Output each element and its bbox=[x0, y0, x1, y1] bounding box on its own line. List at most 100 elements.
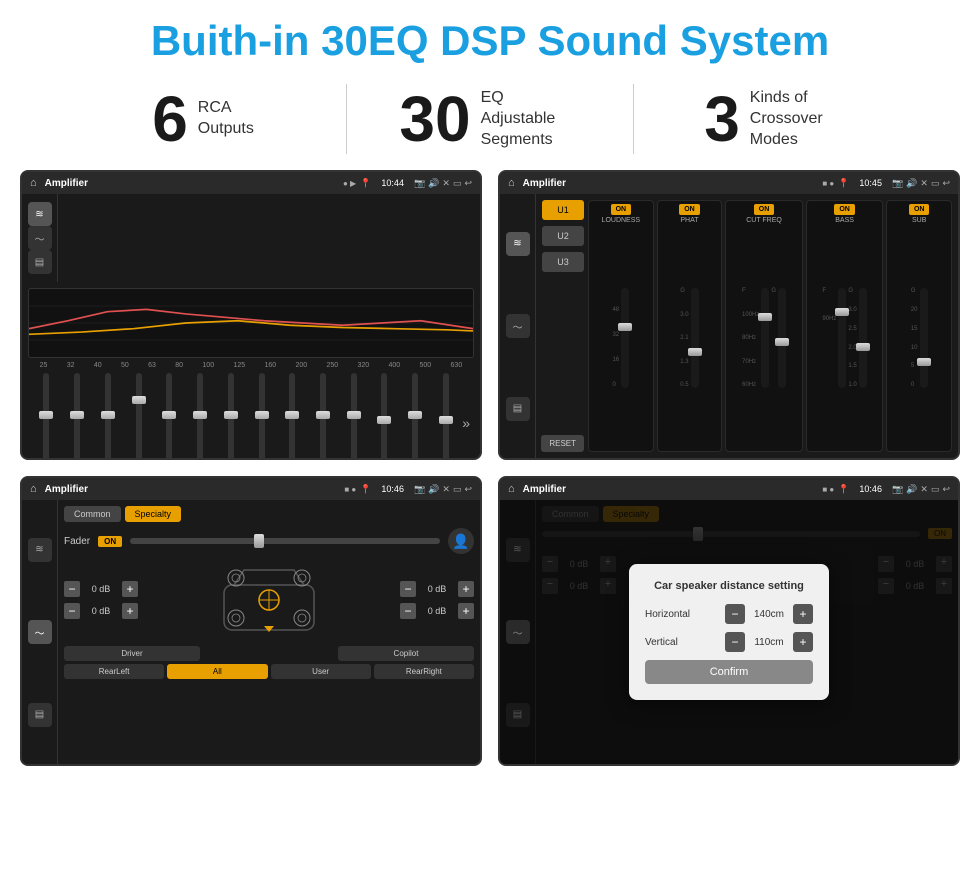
amp2-screen: ⌂ Amplifier ■ ● 📍 10:45 📷 🔊 ✕ ▭ ↩ ≋ 〜 ▤ bbox=[498, 170, 960, 460]
dialog-vertical-stepper: − 110cm + bbox=[725, 632, 813, 652]
bass-track-f[interactable] bbox=[838, 288, 846, 388]
more-icon[interactable]: » bbox=[462, 415, 470, 431]
fader-window-icon: ▭ bbox=[453, 484, 462, 495]
fader-status-icons: 📷 🔊 ✕ ▭ ↩ bbox=[414, 484, 472, 495]
eq-slider-3[interactable]: 5 bbox=[124, 373, 153, 460]
cutfreq-thumb-g bbox=[775, 338, 789, 346]
cutfreq-track-g[interactable] bbox=[778, 288, 786, 388]
volume-icon: 🔊 bbox=[428, 178, 439, 189]
amp2-status-bar: ⌂ Amplifier ■ ● 📍 10:45 📷 🔊 ✕ ▭ ↩ bbox=[500, 172, 958, 194]
vertical-value: 110cm bbox=[749, 637, 789, 648]
eq-slider-1[interactable]: 0 bbox=[63, 373, 92, 460]
eq-slider-13[interactable]: -1 bbox=[432, 373, 461, 460]
vol3-plus-btn[interactable]: + bbox=[458, 603, 474, 619]
sidebar-vol-icon[interactable]: ▤ bbox=[28, 250, 52, 274]
sidebar-wave-icon[interactable]: 〜 bbox=[28, 226, 52, 250]
fader-rearright-btn[interactable]: RearRight bbox=[374, 664, 474, 679]
amp2-sidebar-wave-icon[interactable]: 〜 bbox=[506, 314, 530, 338]
dialog-record-icons: ■ ● bbox=[822, 485, 834, 494]
loudness-on-btn[interactable]: ON bbox=[611, 204, 632, 215]
sidebar-eq-icon[interactable]: ≋ bbox=[28, 202, 52, 226]
eq-slider-11[interactable]: -1 bbox=[370, 373, 399, 460]
eq-slider-10[interactable]: 0 bbox=[339, 373, 368, 460]
loudness-track[interactable] bbox=[621, 288, 629, 388]
bass-on-btn[interactable]: ON bbox=[834, 204, 855, 215]
eq-slider-7[interactable]: 0 bbox=[247, 373, 276, 460]
confirm-button[interactable]: Confirm bbox=[645, 660, 813, 684]
amp2-u2-btn[interactable]: U2 bbox=[542, 226, 584, 246]
eq-freq-labels: 25 32 40 50 63 80 100 125 160 200 250 32… bbox=[28, 362, 474, 369]
dialog-content-area: ≋ 〜 ▤ Common Specialty ON bbox=[500, 500, 958, 764]
sub-on-btn[interactable]: ON bbox=[909, 204, 930, 215]
stat-crossover: 3 Kinds ofCrossover Modes bbox=[634, 87, 920, 151]
amp2-u1-btn[interactable]: U1 bbox=[542, 200, 584, 220]
fader-user-btn[interactable]: User bbox=[271, 664, 371, 679]
fader-tab-common[interactable]: Common bbox=[64, 506, 121, 522]
fader-header-row: Fader ON 👤 bbox=[64, 528, 474, 554]
amp2-back-icon[interactable]: ↩ bbox=[942, 178, 950, 189]
amp2-sidebar-vol-icon[interactable]: ▤ bbox=[506, 397, 530, 421]
fader-sidebar-eq-icon[interactable]: ≋ bbox=[28, 538, 52, 562]
horizontal-minus-btn[interactable]: − bbox=[725, 604, 745, 624]
dialog-home-icon[interactable]: ⌂ bbox=[508, 483, 515, 495]
fader-avatar-icon[interactable]: 👤 bbox=[448, 528, 474, 554]
fader-x-icon: ✕ bbox=[442, 484, 450, 495]
sub-track[interactable] bbox=[920, 288, 928, 388]
eq-slider-5[interactable]: 0 bbox=[186, 373, 215, 460]
fader-home-icon[interactable]: ⌂ bbox=[30, 483, 37, 495]
eq-slider-2[interactable]: 0 bbox=[93, 373, 122, 460]
vol1-plus-btn[interactable]: + bbox=[122, 603, 138, 619]
dialog-back-icon[interactable]: ↩ bbox=[942, 484, 950, 495]
eq-slider-6[interactable]: 0 bbox=[216, 373, 245, 460]
horizontal-plus-btn[interactable]: + bbox=[793, 604, 813, 624]
fader-label: Fader bbox=[64, 536, 90, 547]
stat-rca-number: 6 bbox=[152, 87, 188, 151]
bass-label: BASS bbox=[835, 217, 854, 224]
vol0-minus-btn[interactable]: − bbox=[64, 581, 80, 597]
dialog-horizontal-label: Horizontal bbox=[645, 609, 705, 620]
cutfreq-track-f[interactable] bbox=[761, 288, 769, 388]
vol0-plus-btn[interactable]: + bbox=[122, 581, 138, 597]
fader-sidebar-wave-icon[interactable]: 〜 bbox=[28, 620, 52, 644]
cutfreq-on-btn[interactable]: ON bbox=[754, 204, 775, 215]
amp2-sidebar-eq-icon[interactable]: ≋ bbox=[506, 232, 530, 256]
fader-copilot-btn[interactable]: Copilot bbox=[338, 646, 474, 661]
phat-track[interactable] bbox=[691, 288, 699, 388]
eq-play-icons: ● ▶ bbox=[343, 179, 356, 188]
fader-bottom-row: Driver Copilot bbox=[64, 646, 474, 661]
fader-driver-btn[interactable]: Driver bbox=[64, 646, 200, 661]
eq-slider-8[interactable]: 0 bbox=[278, 373, 307, 460]
bass-track-g[interactable] bbox=[859, 288, 867, 388]
dialog-pin-icon: 📍 bbox=[838, 484, 849, 495]
vol2-minus-btn[interactable]: − bbox=[400, 581, 416, 597]
eq-slider-4[interactable]: 0 bbox=[155, 373, 184, 460]
phat-on-btn[interactable]: ON bbox=[679, 204, 700, 215]
fader-tab-specialty[interactable]: Specialty bbox=[125, 506, 182, 522]
eq-slider-9[interactable]: 0 bbox=[309, 373, 338, 460]
amp2-u3-btn[interactable]: U3 bbox=[542, 252, 584, 272]
vol3-minus-btn[interactable]: − bbox=[400, 603, 416, 619]
eq-slider-12[interactable]: 0 bbox=[401, 373, 430, 460]
eq-slider-0[interactable]: 0 bbox=[32, 373, 61, 460]
sub-sliders: G20151050 bbox=[911, 228, 928, 448]
bass-thumb-f bbox=[835, 308, 849, 316]
fader-back-icon[interactable]: ↩ bbox=[464, 484, 472, 495]
eq-status-bar: ⌂ Amplifier ● ▶ 📍 10:44 📷 🔊 ✕ ▭ ↩ bbox=[22, 172, 480, 194]
back-icon[interactable]: ↩ bbox=[464, 178, 472, 189]
vol1-minus-btn[interactable]: − bbox=[64, 603, 80, 619]
vertical-minus-btn[interactable]: − bbox=[725, 632, 745, 652]
fader-h-thumb bbox=[254, 534, 264, 548]
home-icon[interactable]: ⌂ bbox=[30, 177, 37, 189]
vol2-plus-btn[interactable]: + bbox=[458, 581, 474, 597]
amp2-home-icon[interactable]: ⌂ bbox=[508, 177, 515, 189]
stat-crossover-number: 3 bbox=[704, 87, 740, 151]
fader-sidebar-vol-icon[interactable]: ▤ bbox=[28, 703, 52, 727]
vol3-value: 0 dB bbox=[419, 606, 455, 616]
fader-all-btn[interactable]: All bbox=[167, 664, 267, 679]
amp2-volume-icon: 🔊 bbox=[906, 178, 917, 189]
cutfreq-sliders: F100Hz80Hz70Hz60Hz G bbox=[742, 228, 786, 448]
fader-rearleft-btn[interactable]: RearLeft bbox=[64, 664, 164, 679]
vertical-plus-btn[interactable]: + bbox=[793, 632, 813, 652]
amp2-reset-btn[interactable]: RESET bbox=[541, 435, 584, 452]
fader-h-slider[interactable] bbox=[130, 538, 440, 544]
